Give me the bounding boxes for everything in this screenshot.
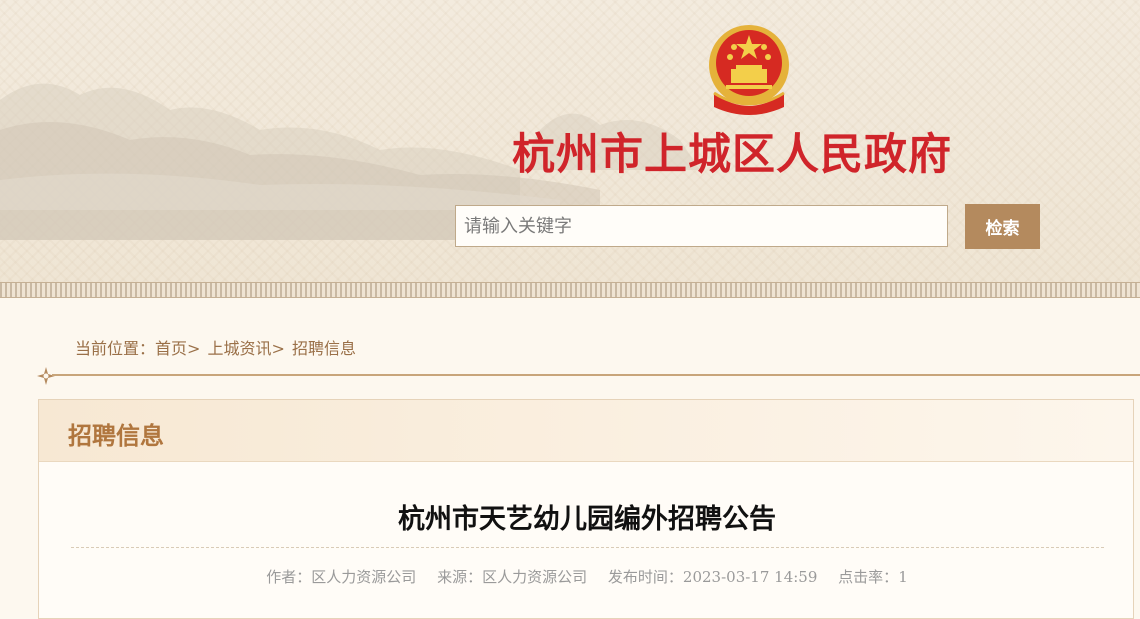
breadcrumb-recruitment-link[interactable]: 招聘信息 xyxy=(292,339,356,358)
meta-clicks: 点击率：1 xyxy=(838,568,908,586)
breadcrumb-separator: > xyxy=(271,339,285,358)
site-header: 杭州市上城区人民政府 检索 xyxy=(0,0,1140,282)
article-divider xyxy=(71,547,1104,548)
breadcrumb-separator: > xyxy=(187,339,201,358)
national-emblem-icon xyxy=(709,25,789,115)
breadcrumb-divider xyxy=(52,374,1140,376)
content-panel: 招聘信息 杭州市天艺幼儿园编外招聘公告 作者：区人力资源公司 来源：区人力资源公… xyxy=(38,399,1134,619)
article-title: 杭州市天艺幼儿园编外招聘公告 xyxy=(398,504,776,535)
meta-author: 作者：区人力资源公司 xyxy=(266,568,417,586)
breadcrumb-home-link[interactable]: 首页 xyxy=(155,339,187,358)
site-title: 杭州市上城区人民政府 xyxy=(512,130,952,180)
breadcrumb: 当前位置：首页> 上城资讯> 招聘信息 xyxy=(75,335,356,359)
divider-ornament-icon xyxy=(37,367,55,385)
search-input[interactable] xyxy=(455,205,948,247)
section-title: 招聘信息 xyxy=(68,422,164,450)
panel-header xyxy=(39,400,1133,462)
article-meta: 作者：区人力资源公司 来源：区人力资源公司 发布时间：2023-03-17 14… xyxy=(39,566,1135,587)
meta-source: 来源：区人力资源公司 xyxy=(437,568,588,586)
search-button[interactable]: 检索 xyxy=(965,204,1040,249)
breadcrumb-news-link[interactable]: 上城资讯 xyxy=(208,339,272,358)
meta-publish-time: 发布时间：2023-03-17 14:59 xyxy=(607,568,818,586)
header-border xyxy=(0,282,1140,298)
breadcrumb-label: 当前位置： xyxy=(75,339,156,358)
